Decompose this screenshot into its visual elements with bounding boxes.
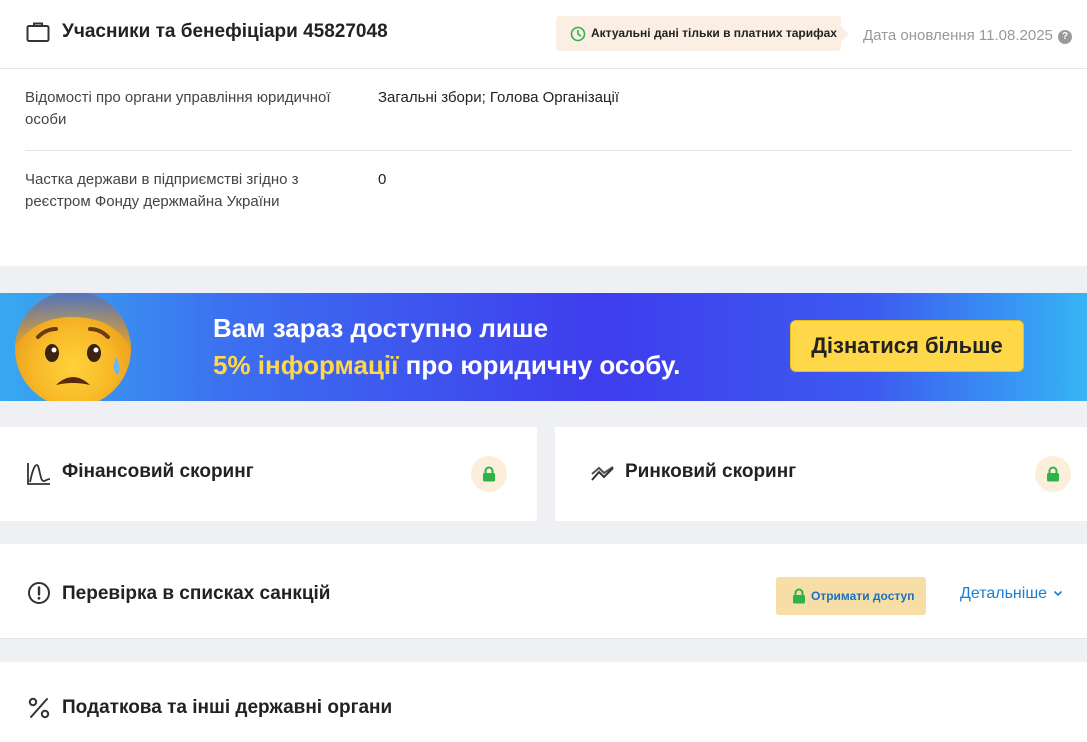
details-link[interactable]: Детальніше xyxy=(960,585,1063,603)
tax-card: Податкова та інші державні органи xyxy=(0,662,1087,742)
promo-line-2: 5% інформації про юридичну особу. xyxy=(213,350,680,381)
participants-card: Учасники та бенефіціари 45827048 Актуаль… xyxy=(0,0,1087,266)
trend-icon xyxy=(591,466,614,481)
learn-more-button[interactable]: Дізнатися більше xyxy=(790,320,1024,372)
market-scoring-title: Ринковий скоринг xyxy=(625,461,797,482)
lock-icon xyxy=(793,588,805,604)
details-label: Детальніше xyxy=(960,585,1048,602)
get-access-button[interactable]: Отримати доступ xyxy=(776,577,926,615)
promo-line-1: Вам зараз доступно лише xyxy=(213,313,549,343)
financial-scoring-title: Фінансовий скоринг xyxy=(62,461,254,482)
tax-title: Податкова та інші державні органи xyxy=(62,697,393,718)
lock-icon xyxy=(483,466,495,482)
lock-icon xyxy=(1047,466,1059,482)
participants-header: Учасники та бенефіціари 45827048 Актуаль… xyxy=(0,0,1087,69)
sanctions-card: Перевірка в списках санкцій Отримати дос… xyxy=(0,544,1087,639)
row-value: Загальні збори; Голова Організації xyxy=(378,89,620,106)
anxious-face-icon xyxy=(15,293,131,401)
briefcase-icon xyxy=(26,22,50,42)
row-value: 0 xyxy=(378,171,387,188)
get-access-label: Отримати доступ xyxy=(811,589,915,603)
info-row-state-share: Частка держави в підприємстві згідно з р… xyxy=(25,169,1072,219)
lock-badge xyxy=(1035,456,1071,492)
promo-line-2-rest: про юридичну особу. xyxy=(398,350,681,380)
chevron-down-icon xyxy=(1053,590,1063,597)
update-date: Дата оновлення 11.08.2025 xyxy=(863,27,1053,44)
paid-data-badge: Актуальні дані тільки в платних тарифах xyxy=(556,16,849,51)
promo-banner: Вам зараз доступно лише 5% інформації пр… xyxy=(0,293,1087,401)
sanctions-title: Перевірка в списках санкцій xyxy=(62,583,331,604)
badge-text: Актуальні дані тільки в платних тарифах xyxy=(591,26,837,40)
promo-highlight: 5% інформації xyxy=(213,350,399,380)
info-row-management: Відомості про органи управління юридично… xyxy=(25,87,1072,151)
row-label: Відомості про органи управління юридично… xyxy=(25,89,331,128)
percent-icon xyxy=(28,697,50,719)
financial-scoring-card[interactable]: Фінансовий скоринг xyxy=(0,427,537,521)
help-icon[interactable]: ? xyxy=(1058,30,1072,44)
clock-icon xyxy=(570,26,586,42)
lock-badge xyxy=(471,456,507,492)
chart-line-icon xyxy=(27,463,51,485)
section-title: Учасники та бенефіціари 45827048 xyxy=(62,21,388,42)
market-scoring-card[interactable]: Ринковий скоринг xyxy=(555,427,1087,521)
alert-circle-icon xyxy=(28,582,50,604)
row-label: Частка держави в підприємстві згідно з р… xyxy=(25,171,299,210)
badge-arrow xyxy=(840,25,849,43)
